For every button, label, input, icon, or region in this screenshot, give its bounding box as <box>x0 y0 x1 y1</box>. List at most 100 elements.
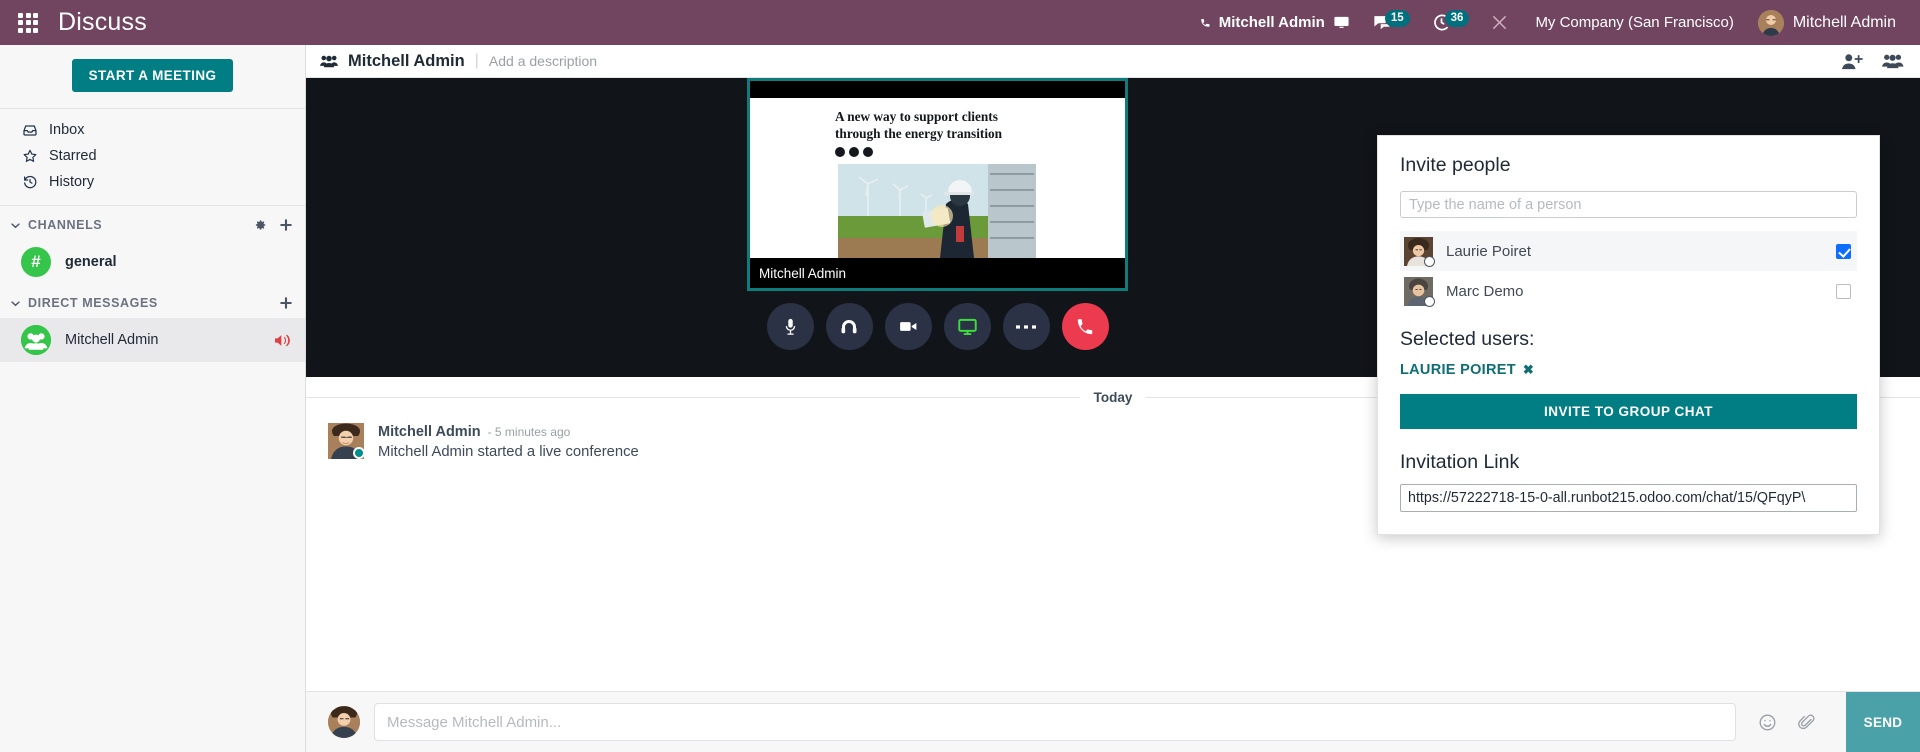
invite-person-row[interactable]: Marc Demo <box>1400 271 1857 311</box>
close-icon[interactable]: ✖ <box>1523 362 1534 378</box>
start-meeting-button[interactable]: START A MEETING <box>71 59 234 92</box>
ongoing-call-indicator[interactable]: Mitchell Admin <box>1187 0 1361 45</box>
slide-social-icons <box>835 147 873 157</box>
sidebar-item-starred[interactable]: Starred <box>0 143 305 169</box>
inbox-icon <box>21 122 38 138</box>
invite-to-group-chat-button[interactable]: INVITE TO GROUP CHAT <box>1400 394 1857 429</box>
call-area: A new way to support clients through the… <box>306 78 1920 535</box>
channels-group-header: CHANNELS <box>0 206 305 240</box>
paperclip-icon[interactable] <box>1797 713 1816 732</box>
apps-grid-icon[interactable] <box>0 12 56 33</box>
chevron-down-icon[interactable] <box>10 220 21 231</box>
share-icon <box>849 147 859 157</box>
phone-icon <box>1075 317 1095 337</box>
ongoing-call-name: Mitchell Admin <box>1218 14 1325 31</box>
thread-description-input[interactable]: Add a description <box>489 53 597 69</box>
video-camera-icon <box>898 316 919 337</box>
group-avatar <box>21 325 51 355</box>
microphone-button[interactable] <box>766 303 814 350</box>
activities-menu-button[interactable]: 36 <box>1421 0 1481 45</box>
app-body: START A MEETING Inbox Starred History CH… <box>0 45 1920 752</box>
monitor-icon <box>957 316 978 337</box>
presence-indicator-online <box>353 447 365 459</box>
invite-person-name: Laurie Poiret <box>1446 242 1532 260</box>
smiley-icon[interactable] <box>1758 713 1777 732</box>
message-input[interactable] <box>387 713 1723 731</box>
selected-user-chip: LAURIE POIRET ✖ <box>1400 362 1534 378</box>
volume-mute-icon[interactable] <box>274 333 291 348</box>
linkedin-icon <box>835 147 845 157</box>
company-switcher[interactable]: My Company (San Francisco) <box>1519 14 1749 31</box>
invite-person-checkbox[interactable] <box>1836 283 1851 299</box>
sidebar: START A MEETING Inbox Starred History CH… <box>0 45 306 752</box>
plus-icon[interactable] <box>279 296 293 310</box>
invitation-link-input[interactable] <box>1400 484 1857 512</box>
gear-icon[interactable] <box>253 218 267 232</box>
messages-menu-button[interactable]: 15 <box>1361 0 1421 45</box>
send-button[interactable]: SEND <box>1846 692 1920 752</box>
invite-people-list: Laurie Poiret Marc Demo <box>1400 231 1857 311</box>
invite-search-input[interactable] <box>1400 191 1857 218</box>
invite-person-row[interactable]: Laurie Poiret <box>1400 231 1857 271</box>
wrench-icon <box>1491 14 1508 31</box>
facebook-icon <box>863 147 873 157</box>
activities-count-badge: 36 <box>1444 9 1470 27</box>
users-icon[interactable] <box>1882 53 1904 69</box>
message-author[interactable]: Mitchell Admin <box>378 424 481 440</box>
add-user-icon[interactable] <box>1842 53 1864 70</box>
invite-person-name: Marc Demo <box>1446 282 1524 300</box>
headphones-button[interactable] <box>825 303 873 350</box>
sidebar-item-history[interactable]: History <box>0 169 305 195</box>
history-icon <box>21 174 38 190</box>
avatar <box>328 706 360 738</box>
sidebar-item-label: Starred <box>49 148 97 164</box>
user-menu-button[interactable]: Mitchell Admin <box>1750 9 1910 36</box>
channels-group-title[interactable]: CHANNELS <box>28 218 253 232</box>
selected-user-label: LAURIE POIRET <box>1400 362 1516 378</box>
top-navbar: Discuss Mitchell Admin 15 36 My Company … <box>0 0 1920 45</box>
avatar <box>1404 276 1435 307</box>
ellipsis-icon <box>1016 324 1036 330</box>
divider: | <box>474 52 479 69</box>
sidebar-item-inbox[interactable]: Inbox <box>0 117 305 143</box>
presence-indicator <box>1424 255 1435 267</box>
selected-users-title: Selected users: <box>1400 328 1535 350</box>
channel-avatar: # <box>21 247 51 277</box>
chevron-down-icon[interactable] <box>10 298 21 309</box>
shared-screen-content: A new way to support clients through the… <box>750 98 1125 258</box>
avatar <box>1757 9 1784 36</box>
star-icon <box>21 148 38 164</box>
screen-share-button[interactable] <box>943 303 991 350</box>
navbar-right: Mitchell Admin 15 36 My Company (San Fra… <box>1187 0 1920 45</box>
invite-panel-title: Invite people <box>1400 154 1511 176</box>
participant-name-label: Mitchell Admin <box>750 258 1125 288</box>
slide-photo <box>838 164 1036 258</box>
direct-messages-group-title[interactable]: DIRECT MESSAGES <box>28 296 279 310</box>
developer-tools-button[interactable] <box>1480 0 1519 45</box>
message-body: Mitchell Admin started a live conference <box>378 444 639 460</box>
hangup-button[interactable] <box>1061 303 1109 350</box>
composer-tools <box>1750 713 1832 732</box>
composer-input-wrapper[interactable] <box>374 703 1736 741</box>
direct-messages-group-header: DIRECT MESSAGES <box>0 284 305 318</box>
presence-indicator <box>1424 295 1435 307</box>
invite-person-checkbox[interactable] <box>1836 243 1851 259</box>
call-participant-tile[interactable]: A new way to support clients through the… <box>747 78 1128 291</box>
sidebar-item-label: general <box>65 254 117 270</box>
phone-icon <box>1198 15 1213 30</box>
message-timestamp: - 5 minutes ago <box>487 425 571 439</box>
more-options-button[interactable] <box>1002 303 1050 350</box>
plus-icon[interactable] <box>279 218 293 232</box>
camera-button[interactable] <box>884 303 932 350</box>
slide-headline: A new way to support clients through the… <box>835 109 1003 141</box>
avatar <box>328 423 365 459</box>
sidebar-item-label: Inbox <box>49 122 85 138</box>
mailbox-list: Inbox Starred History <box>0 109 305 206</box>
main-column: Mitchell Admin | Add a description A new… <box>306 45 1920 752</box>
sidebar-item-channel-general[interactable]: # general <box>0 240 305 284</box>
sidebar-item-dm-mitchell-admin[interactable]: Mitchell Admin <box>0 318 305 362</box>
page-title: Discuss <box>58 8 147 36</box>
sidebar-item-label: Mitchell Admin <box>65 332 159 348</box>
user-menu-label: Mitchell Admin <box>1792 13 1896 31</box>
invite-people-panel: Invite people Laurie Poiret <box>1377 135 1880 535</box>
